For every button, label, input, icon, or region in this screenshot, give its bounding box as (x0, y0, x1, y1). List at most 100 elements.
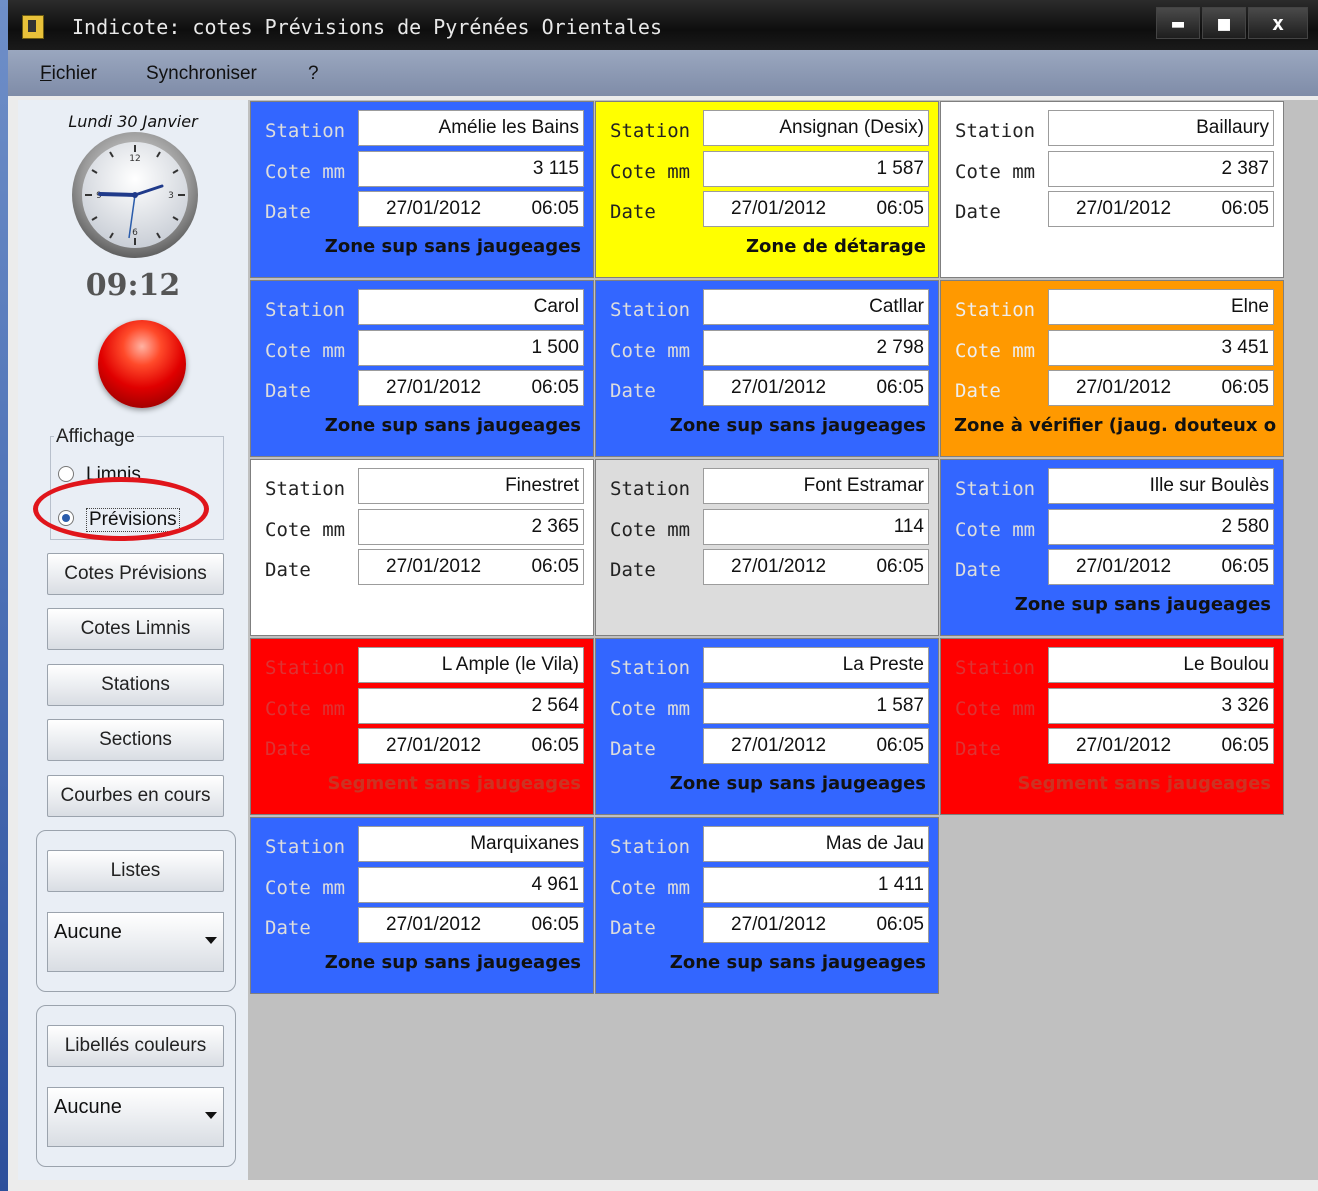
date-field[interactable]: 27/01/2012 06:05 (358, 549, 584, 585)
cotes-limnis-button[interactable]: Cotes Limnis (47, 608, 224, 650)
menu-help[interactable]: ? (308, 63, 319, 85)
cote-field[interactable]: 1 411 (703, 867, 929, 903)
date-field[interactable]: 27/01/2012 06:05 (1048, 370, 1274, 406)
cote-label: Cote mm (610, 698, 691, 720)
station-name-field[interactable]: Mas de Jau (703, 826, 929, 862)
listes-select[interactable]: Aucune (47, 912, 224, 972)
station-card[interactable]: Station Ansignan (Desix) Cote mm 1 587 Date 2… (595, 101, 939, 278)
station-card[interactable]: Station Carol Cote mm 1 500 Date 27/01/2012 06… (250, 280, 594, 457)
station-card[interactable]: Station La Preste Cote mm 1 587 Date 27/01/20… (595, 638, 939, 815)
date-field[interactable]: 27/01/2012 06:05 (703, 549, 929, 585)
station-card[interactable]: Station Catllar Cote mm 2 798 Date 27/01/2012… (595, 280, 939, 457)
station-card[interactable]: Station Amélie les Bains Cote mm 3 115 Date 2… (250, 101, 594, 278)
cote-field[interactable]: 4 961 (358, 867, 584, 903)
date-field[interactable]: 27/01/2012 06:05 (703, 370, 929, 406)
radio-limnis[interactable] (58, 466, 74, 482)
date-field[interactable]: 27/01/2012 06:05 (358, 907, 584, 943)
station-card[interactable]: Station Ille sur Boulès Cote mm 2 580 Date 27… (940, 459, 1284, 636)
station-card[interactable]: Station Baillaury Cote mm 2 387 Date 27/01/20… (940, 101, 1284, 278)
title-bar[interactable]: Indicote: cotes Prévisions de Pyrénées O… (8, 0, 1318, 50)
minimize-button[interactable]: ▬ (1156, 7, 1200, 39)
station-name-value: La Preste (842, 654, 924, 675)
date-field[interactable]: 27/01/2012 06:05 (703, 907, 929, 943)
date-field[interactable]: 27/01/2012 06:05 (358, 191, 584, 227)
station-name-label: Station (265, 120, 346, 142)
cote-field[interactable]: 1 500 (358, 330, 584, 366)
cote-field[interactable]: 2 365 (358, 509, 584, 545)
courbes-en-cours-button[interactable]: Courbes en cours (47, 775, 224, 817)
cote-field[interactable]: 114 (703, 509, 929, 545)
cote-field[interactable]: 1 587 (703, 151, 929, 187)
date-field[interactable]: 27/01/2012 06:05 (358, 728, 584, 764)
station-name-value: Mas de Jau (825, 833, 924, 854)
station-name-value: Le Boulou (1183, 654, 1269, 675)
cote-field[interactable]: 2 798 (703, 330, 929, 366)
station-name-label: Station (265, 299, 346, 321)
cotes-previsions-button[interactable]: Cotes Prévisions (47, 553, 224, 595)
maximize-button[interactable]: ■ (1202, 7, 1246, 39)
station-name-field[interactable]: Catllar (703, 289, 929, 325)
station-card[interactable]: Station L Ample (le Vila) Cote mm 2 564 Date… (250, 638, 594, 815)
zone-status-label: Segment sans jaugeages (1017, 773, 1271, 794)
station-card[interactable]: Station Font Estramar Cote mm 114 Date 27/01/… (595, 459, 939, 636)
station-name-label: Station (955, 299, 1036, 321)
listes-button[interactable]: Listes (47, 850, 224, 892)
station-name-field[interactable]: Font Estramar (703, 468, 929, 504)
station-card[interactable]: Station Mas de Jau Cote mm 1 411 Date 27/01/2… (595, 817, 939, 994)
station-name-field[interactable]: Baillaury (1048, 110, 1274, 146)
cote-label: Cote mm (955, 340, 1036, 362)
station-name-field[interactable]: Finestret (358, 468, 584, 504)
station-name-field[interactable]: Carol (358, 289, 584, 325)
zone-status-label: Zone sup sans jaugeages (324, 236, 581, 257)
station-name-field[interactable]: Amélie les Bains (358, 110, 584, 146)
cote-field[interactable]: 2 564 (358, 688, 584, 724)
station-card[interactable]: Station Elne Cote mm 3 451 Date 27/01/2012 06:… (940, 280, 1284, 457)
station-name-field[interactable]: Le Boulou (1048, 647, 1274, 683)
station-name-field[interactable]: Ansignan (Desix) (703, 110, 929, 146)
date-label: Date (955, 738, 1001, 760)
station-name-field[interactable]: La Preste (703, 647, 929, 683)
stations-grid: Station Amélie les Bains Cote mm 3 115 Date 2… (248, 100, 1318, 1180)
station-name-field[interactable]: L Ample (le Vila) (358, 647, 584, 683)
menu-bar: Fichier Synchroniser ? (8, 50, 1318, 96)
date-label: Date (265, 559, 311, 581)
date-field[interactable]: 27/01/2012 06:05 (358, 370, 584, 406)
date-field[interactable]: 27/01/2012 06:05 (703, 191, 929, 227)
station-name-field[interactable]: Elne (1048, 289, 1274, 325)
libelles-couleurs-button[interactable]: Libellés couleurs (47, 1025, 224, 1067)
cote-field[interactable]: 2 387 (1048, 151, 1274, 187)
time-value: 06:05 (1221, 735, 1269, 756)
station-card[interactable]: Station Le Boulou Cote mm 3 326 Date 27/01/20… (940, 638, 1284, 815)
station-name-field[interactable]: Marquixanes (358, 826, 584, 862)
station-name-field[interactable]: Ille sur Boulès (1048, 468, 1274, 504)
station-name-value: Catllar (869, 296, 924, 317)
cote-field[interactable]: 2 580 (1048, 509, 1274, 545)
menu-fichier[interactable]: Fichier (40, 63, 97, 85)
stations-button[interactable]: Stations (47, 664, 224, 706)
station-card[interactable]: Station Finestret Cote mm 2 365 Date 27/01/20… (250, 459, 594, 636)
cote-field[interactable]: 3 451 (1048, 330, 1274, 366)
date-field[interactable]: 27/01/2012 06:05 (703, 728, 929, 764)
date-field[interactable]: 27/01/2012 06:05 (1048, 549, 1274, 585)
date-label: Date (265, 201, 311, 223)
menu-synchroniser[interactable]: Synchroniser (146, 63, 257, 85)
zone-status-label: Segment sans jaugeages (327, 773, 581, 794)
date-field[interactable]: 27/01/2012 06:05 (1048, 191, 1274, 227)
cote-label: Cote mm (265, 519, 346, 541)
close-button[interactable]: x (1248, 7, 1308, 39)
cote-field[interactable]: 3 115 (358, 151, 584, 187)
sections-button[interactable]: Sections (47, 719, 224, 761)
station-card[interactable]: Station Marquixanes Cote mm 4 961 Date 27/01/… (250, 817, 594, 994)
cote-field[interactable]: 3 326 (1048, 688, 1274, 724)
cote-value: 4 961 (531, 874, 579, 895)
cote-field[interactable]: 1 587 (703, 688, 929, 724)
cote-value: 3 326 (1221, 695, 1269, 716)
station-name-label: Station (610, 120, 691, 142)
cote-value: 1 500 (531, 337, 579, 358)
date-label: Date (955, 380, 1001, 402)
libelles-select[interactable]: Aucune (47, 1087, 224, 1147)
chevron-down-icon (205, 1112, 217, 1119)
station-name-value: Amélie les Bains (438, 117, 579, 138)
date-field[interactable]: 27/01/2012 06:05 (1048, 728, 1274, 764)
station-name-label: Station (265, 657, 346, 679)
